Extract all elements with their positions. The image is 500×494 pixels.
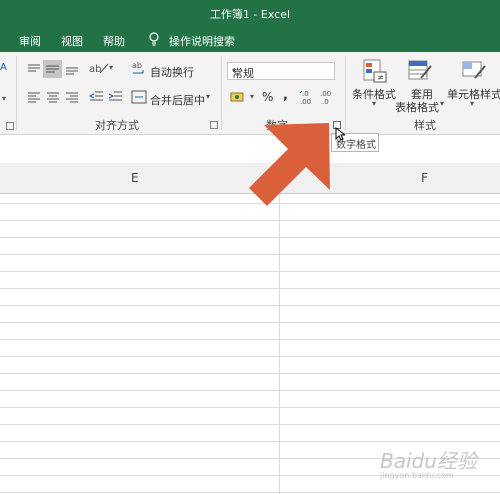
watermark-logo: Baidu经验 jingyan.baidu.com — [380, 445, 477, 480]
mouse-pointer-icon — [335, 126, 347, 144]
wrap-text-button[interactable]: 自动换行 — [150, 64, 194, 80]
svg-text:ab: ab — [132, 61, 142, 70]
grid-row-line — [0, 339, 500, 340]
column-header-f[interactable]: F — [421, 171, 428, 185]
grid-row-line — [0, 288, 500, 289]
tab-review[interactable]: 审阅 — [19, 33, 41, 49]
group-separator — [345, 56, 346, 130]
percent-style-button[interactable]: % — [262, 90, 273, 104]
font-dialog-launcher-icon[interactable] — [6, 122, 14, 130]
window-title: 工作簿1 - Excel — [209, 8, 291, 21]
grid-row-line — [0, 492, 500, 493]
format-as-table-line2[interactable]: 表格格式 — [395, 99, 439, 115]
ribbon-tabs: 审阅 视图 帮助 操作说明搜索 — [0, 27, 500, 52]
increase-decimal-icon[interactable]: .0.00 — [299, 88, 317, 109]
cell-styles-icon[interactable] — [461, 58, 487, 87]
column-headers: E F — [0, 163, 500, 194]
format-as-table-icon[interactable] — [407, 58, 433, 87]
svg-text:.0: .0 — [302, 90, 309, 98]
grid-row-line — [0, 254, 500, 255]
grid-row-line — [0, 237, 500, 238]
grid-row-line — [0, 407, 500, 408]
align-left-icon[interactable] — [26, 90, 42, 107]
align-right-icon[interactable] — [64, 90, 80, 107]
watermark-text: Baidu经验 — [380, 449, 477, 473]
grid-row-line — [0, 356, 500, 357]
grid-row-line — [0, 271, 500, 272]
chevron-down-icon[interactable]: ▾ — [109, 63, 113, 72]
group-separator — [16, 56, 17, 130]
merge-center-icon[interactable] — [131, 89, 147, 108]
number-format-select[interactable]: 常规 ▾ — [227, 62, 335, 80]
chevron-down-icon[interactable]: ▾ — [372, 99, 376, 108]
dropdown-arrow-icon[interactable]: ▾ — [2, 94, 6, 103]
alignment-dialog-launcher-icon[interactable] — [210, 121, 218, 129]
svg-text:.00: .00 — [320, 90, 331, 98]
increase-indent-icon[interactable] — [107, 89, 123, 106]
merge-center-button[interactable]: 合并后居中 — [150, 92, 205, 108]
chevron-down-icon[interactable]: ▾ — [250, 92, 254, 101]
styles-group-label: 样式 — [414, 119, 436, 132]
grid-row-line — [0, 322, 500, 323]
align-bottom-icon[interactable] — [64, 62, 80, 79]
svg-text:≠: ≠ — [377, 73, 384, 82]
chevron-down-icon: ▾ — [232, 66, 237, 75]
lightbulb-icon — [148, 32, 160, 49]
chevron-down-icon[interactable]: ▾ — [470, 99, 474, 108]
decrease-indent-icon[interactable] — [88, 89, 104, 106]
align-top-icon[interactable] — [26, 62, 42, 79]
grid-row-line — [0, 373, 500, 374]
column-header-e[interactable]: E — [131, 171, 139, 185]
group-separator — [221, 56, 222, 130]
chevron-down-icon[interactable]: ▾ — [206, 92, 210, 101]
tell-me-search[interactable]: 操作说明搜索 — [169, 33, 235, 49]
svg-text:.0: .0 — [322, 98, 329, 106]
conditional-format-icon[interactable]: ≠ — [362, 58, 388, 87]
currency-icon[interactable] — [230, 90, 248, 107]
title-bar: 工作簿1 - Excel — [0, 0, 500, 27]
svg-text:.00: .00 — [300, 98, 311, 106]
ribbon: A ▾ ab ▾ ab 自动换行 合并后居中 ▾ 对齐方式 常规 ▾ ▾ % ,… — [0, 52, 500, 135]
align-middle-icon[interactable] — [43, 60, 62, 78]
grid-row-line — [0, 220, 500, 221]
grid-row-line — [0, 441, 500, 442]
comma-style-button[interactable]: , — [283, 88, 288, 103]
align-center-icon[interactable] — [45, 90, 61, 107]
column-divider — [279, 163, 280, 494]
grid-row-line — [0, 424, 500, 425]
grid-row-line — [0, 203, 500, 204]
tab-help[interactable]: 帮助 — [103, 33, 125, 49]
font-color-cutoff-icon[interactable]: A — [0, 62, 7, 73]
chevron-down-icon[interactable]: ▾ — [440, 99, 444, 108]
svg-text:ab: ab — [89, 64, 101, 75]
formula-bar[interactable] — [0, 135, 500, 164]
decrease-decimal-icon[interactable]: .00.0 — [319, 88, 337, 109]
number-group-label: 数字 — [266, 119, 288, 132]
grid-row-line — [0, 390, 500, 391]
orientation-icon[interactable]: ab — [88, 60, 110, 79]
alignment-group-label: 对齐方式 — [95, 119, 139, 132]
tab-view[interactable]: 视图 — [61, 33, 83, 49]
grid-row-line — [0, 305, 500, 306]
wrap-text-icon[interactable]: ab — [131, 60, 147, 79]
